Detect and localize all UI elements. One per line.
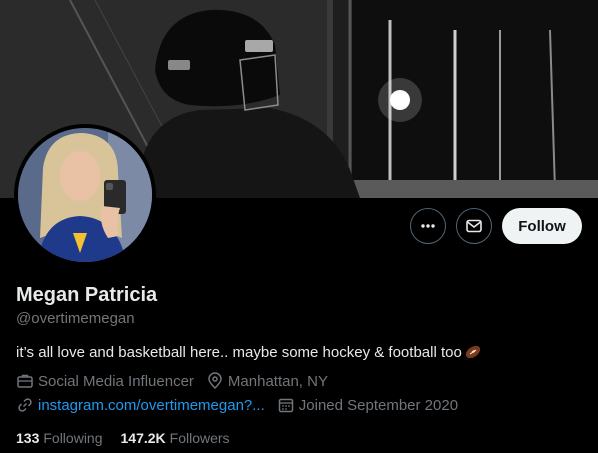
following-label: Following — [43, 430, 103, 446]
bio-text: it’s all love and basketball here.. mayb… — [16, 343, 462, 361]
followers-count: 147.2K — [120, 430, 166, 446]
display-name: Megan Patricia — [16, 284, 158, 306]
envelope-icon — [466, 219, 482, 233]
location-label: Manhattan, NY — [227, 372, 328, 390]
website-link[interactable]: instagram.com/overtimemegan?... — [38, 397, 265, 414]
username-handle: @overtimemegan — [16, 310, 135, 327]
more-button[interactable] — [410, 208, 446, 244]
followers-link[interactable]: 147.2K Followers — [121, 430, 230, 446]
profile-actions: Follow — [410, 208, 582, 244]
profile-category: Social Media Influencer — [16, 372, 194, 390]
follow-stats: 133 Following 147.2K Followers — [16, 430, 248, 446]
following-count: 133 — [16, 430, 40, 446]
profile-meta-row-1: Social Media Influencer Manhattan, NY — [16, 372, 340, 390]
location-pin-icon — [208, 372, 222, 390]
profile-joined: Joined September 2020 — [277, 396, 458, 414]
profile-website[interactable]: instagram.com/overtimemegan?... — [16, 396, 265, 414]
profile-bio: it’s all love and basketball here.. mayb… — [16, 343, 482, 361]
profile-location: Manhattan, NY — [206, 372, 328, 390]
calendar-icon — [278, 398, 294, 413]
category-label: Social Media Influencer — [38, 372, 194, 390]
followers-label: Followers — [169, 430, 230, 446]
briefcase-icon — [17, 374, 33, 388]
follow-button[interactable]: Follow — [502, 208, 582, 244]
football-emoji — [465, 345, 480, 359]
profile-avatar[interactable] — [14, 124, 156, 266]
following-link[interactable]: 133 Following — [16, 430, 103, 446]
joined-date: Joined September 2020 — [298, 396, 459, 414]
profile-meta-row-2: instagram.com/overtimemegan?... Joined S… — [16, 396, 470, 414]
link-icon — [18, 398, 32, 412]
avatar-photo — [18, 128, 152, 262]
message-button[interactable] — [456, 208, 492, 244]
more-horizontal-icon — [421, 224, 435, 228]
